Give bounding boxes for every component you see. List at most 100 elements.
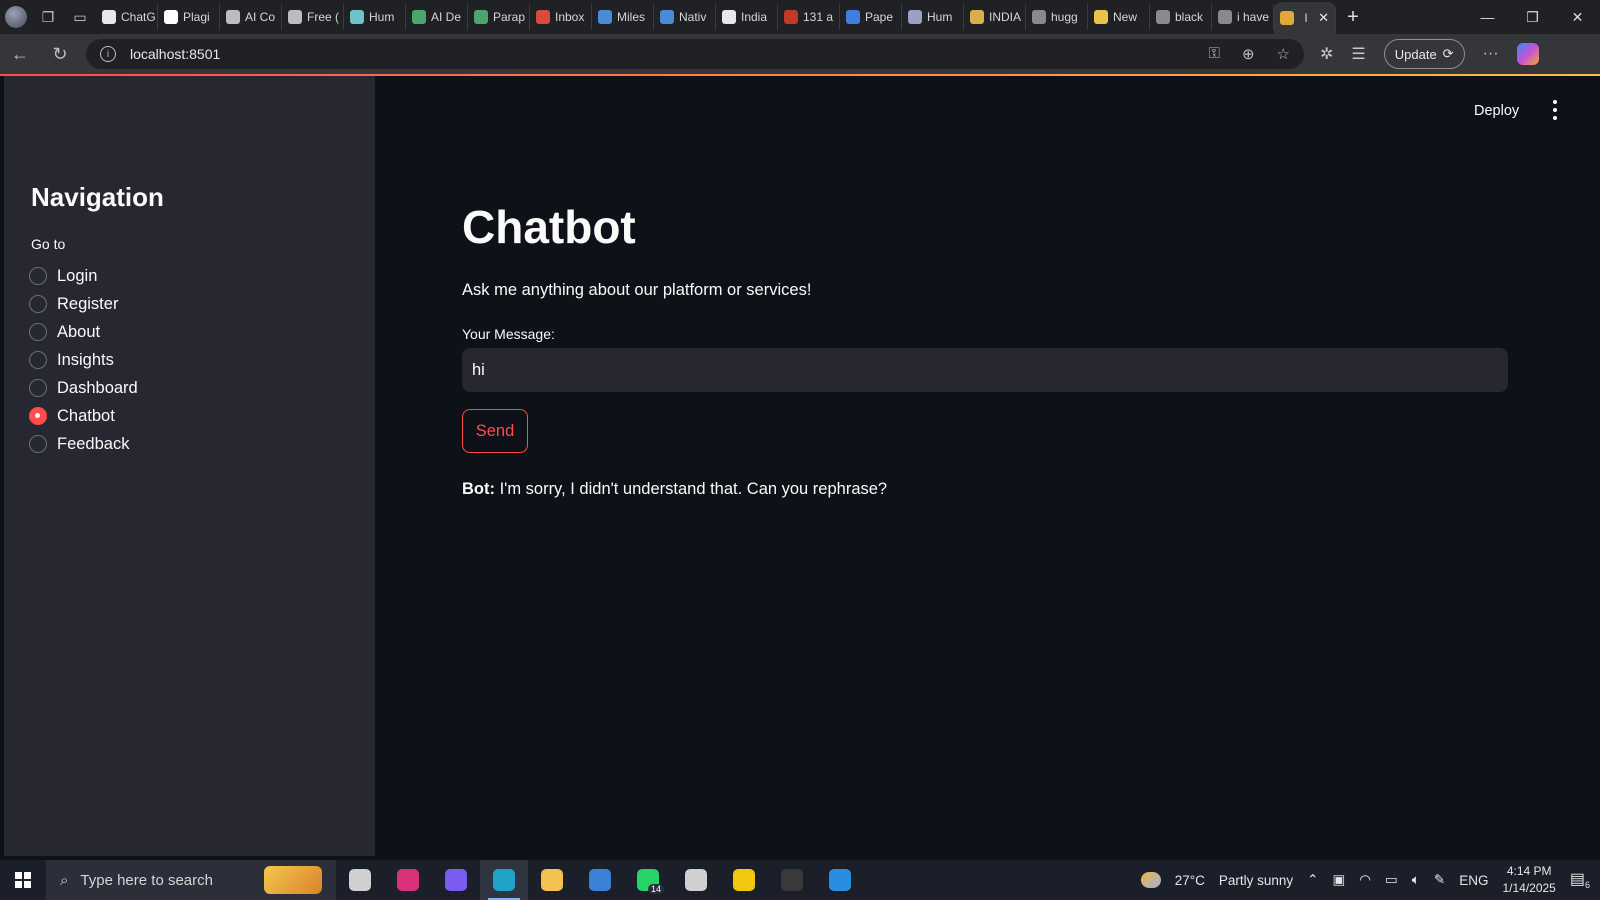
radio-label: Register xyxy=(57,294,119,313)
site-info-icon[interactable]: i xyxy=(100,46,116,62)
tab-favicon xyxy=(970,10,984,24)
radio-button[interactable] xyxy=(29,323,47,341)
tab[interactable]: black xyxy=(1150,4,1212,30)
more-menu-icon[interactable]: ··· xyxy=(1483,45,1499,63)
nav-option-about[interactable]: About xyxy=(29,318,138,346)
new-tab-button[interactable]: + xyxy=(1336,6,1370,29)
battery-icon[interactable]: ▭ xyxy=(1385,872,1398,888)
edge-taskbar-button[interactable] xyxy=(480,860,528,900)
bot-response: Bot: I'm sorry, I didn't understand that… xyxy=(462,480,887,499)
tab[interactable]: Inbox xyxy=(530,4,592,30)
deploy-button[interactable]: Deploy xyxy=(1474,103,1519,119)
minimize-icon[interactable]: — xyxy=(1465,9,1510,26)
microsoft-store-taskbar-button[interactable] xyxy=(576,860,624,900)
tab-favicon xyxy=(908,10,922,24)
radio-button[interactable] xyxy=(29,267,47,285)
favorites-icon[interactable]: ☰ xyxy=(1351,44,1365,64)
language-indicator[interactable]: ENG xyxy=(1459,873,1488,888)
tab-label: Miles xyxy=(617,10,646,24)
tab-favicon xyxy=(164,10,178,24)
radio-label: Insights xyxy=(57,350,114,369)
show-hidden-icons-icon[interactable]: ⌃ xyxy=(1307,872,1318,888)
sidebar: Navigation Go to Login Register About Insig… xyxy=(4,76,375,856)
close-window-icon[interactable]: ✕ xyxy=(1555,9,1600,26)
nav-option-feedback[interactable]: Feedback xyxy=(29,430,138,458)
tab-active[interactable]: I ✕ xyxy=(1274,2,1336,34)
settings-taskbar-button[interactable] xyxy=(672,860,720,900)
bot-reply-text: I'm sorry, I didn't understand that. Can… xyxy=(499,480,888,498)
volume-muted-icon[interactable]: 🔈︎ xyxy=(1412,872,1420,888)
tab[interactable]: hugg xyxy=(1026,4,1088,30)
vscode-taskbar-button[interactable] xyxy=(816,860,864,900)
weather-icon[interactable] xyxy=(1140,872,1161,888)
tab-label: 131 a xyxy=(803,10,834,24)
tab[interactable]: Pape xyxy=(840,4,902,30)
radio-button[interactable] xyxy=(29,379,47,397)
tab[interactable]: Plagi xyxy=(158,4,220,30)
tab-favicon xyxy=(350,10,364,24)
whatsapp-taskbar-button[interactable]: 14 xyxy=(624,860,672,900)
tab[interactable]: AI De xyxy=(406,4,468,30)
address-bar[interactable]: i localhost:8501 ⚿ ⊕ ☆ xyxy=(86,39,1304,69)
network-icon[interactable]: ◠ xyxy=(1359,872,1371,888)
nav-option-register[interactable]: Register xyxy=(29,290,138,318)
nav-option-chatbot[interactable]: Chatbot xyxy=(29,402,138,430)
tab-label: Inbox xyxy=(555,10,585,24)
workspaces-icon[interactable]: ❐ xyxy=(32,0,64,34)
restore-icon[interactable]: ❐ xyxy=(1510,9,1555,26)
meet-now-icon[interactable]: ▣ xyxy=(1332,872,1345,888)
tab[interactable]: Hum xyxy=(902,4,964,30)
radio-button[interactable] xyxy=(29,295,47,313)
tab[interactable]: INDIA xyxy=(964,4,1026,30)
tab[interactable]: Free ( xyxy=(282,4,344,30)
nav-option-insights[interactable]: Insights xyxy=(29,346,138,374)
tab[interactable]: i have xyxy=(1212,4,1274,30)
start-button[interactable] xyxy=(0,860,46,900)
pen-icon[interactable]: ✎ xyxy=(1434,872,1445,888)
terminal-taskbar-button[interactable] xyxy=(768,860,816,900)
reload-icon[interactable]: ↻ xyxy=(40,44,80,65)
tab-label: AI Co xyxy=(245,10,276,24)
search-placeholder: Type here to search xyxy=(80,871,213,889)
main-menu-icon[interactable] xyxy=(1550,98,1560,122)
tab[interactable]: Miles xyxy=(592,4,654,30)
radio-button[interactable] xyxy=(29,435,47,453)
taskbar-search[interactable]: ⌕ Type here to search xyxy=(46,860,336,900)
radio-button[interactable] xyxy=(29,407,47,425)
tab[interactable]: Nativ xyxy=(654,4,716,30)
tab-favicon xyxy=(1156,10,1170,24)
nav-option-login[interactable]: Login xyxy=(29,262,138,290)
radio-button[interactable] xyxy=(29,351,47,369)
send-button[interactable]: Send xyxy=(462,409,528,453)
extensions-icon[interactable]: ✲ xyxy=(1320,44,1333,64)
back-icon[interactable]: ← xyxy=(0,44,40,65)
tab-actions-icon[interactable]: ▭ xyxy=(64,0,96,34)
update-button[interactable]: Update ⟳ xyxy=(1383,39,1465,69)
message-input[interactable] xyxy=(462,348,1508,392)
power-bi-icon xyxy=(733,869,755,891)
file-explorer-taskbar-button[interactable] xyxy=(528,860,576,900)
zoom-icon[interactable]: ⊕ xyxy=(1242,45,1255,63)
weather-temp[interactable]: 27°C xyxy=(1175,873,1205,888)
key-icon[interactable]: ⚿ xyxy=(1209,45,1220,63)
tab[interactable]: India xyxy=(716,4,778,30)
streamlit-app: Navigation Go to Login Register About Insig… xyxy=(4,76,1600,856)
copilot-taskbar-button[interactable] xyxy=(432,860,480,900)
tab[interactable]: Parap xyxy=(468,4,530,30)
tab[interactable]: Hum xyxy=(344,4,406,30)
nav-option-dashboard[interactable]: Dashboard xyxy=(29,374,138,402)
tab[interactable]: New xyxy=(1088,4,1150,30)
power-bi-taskbar-button[interactable] xyxy=(720,860,768,900)
tab[interactable]: AI Co xyxy=(220,4,282,30)
copilot-icon[interactable] xyxy=(1516,43,1539,65)
instagram-taskbar-button[interactable] xyxy=(384,860,432,900)
close-tab-icon[interactable]: ✕ xyxy=(1318,10,1329,26)
clock[interactable]: 4:14 PM 1/14/2025 xyxy=(1502,863,1555,897)
tab[interactable]: ChatG xyxy=(96,4,158,30)
favorite-star-icon[interactable]: ☆ xyxy=(1277,45,1290,63)
tab[interactable]: 131 a xyxy=(778,4,840,30)
notification-center-icon[interactable]: ▤6 xyxy=(1570,869,1590,890)
weather-desc[interactable]: Partly sunny xyxy=(1219,873,1293,888)
profile-avatar[interactable] xyxy=(0,0,32,34)
task-view-taskbar-button[interactable] xyxy=(336,860,384,900)
